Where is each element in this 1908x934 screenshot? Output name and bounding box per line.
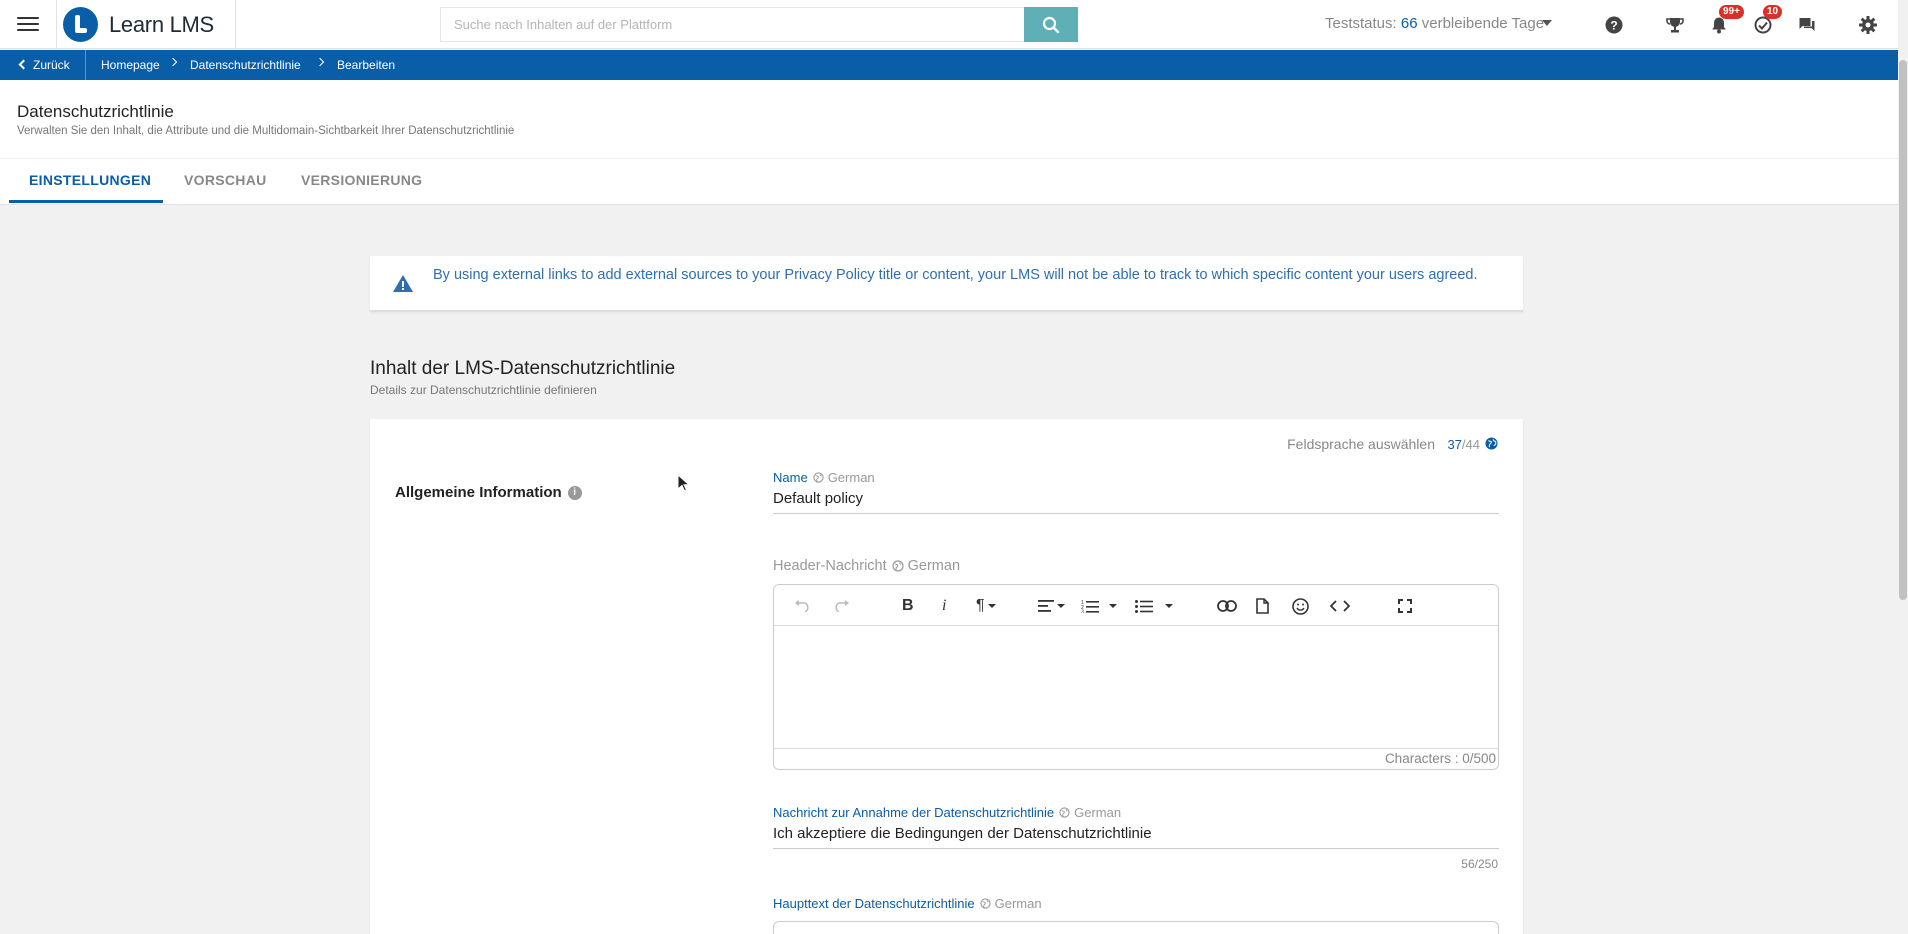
name-lang-text: German (827, 470, 875, 485)
numbered-list-icon[interactable]: 123 (1081, 597, 1117, 615)
code-icon[interactable] (1330, 597, 1350, 615)
editor-toolbar: B i ¶ 123 (774, 585, 1498, 626)
name-field[interactable]: Default policy (773, 490, 1499, 514)
header-message-label: Header-Nachricht German (773, 558, 960, 574)
help-icon[interactable]: ? (1602, 13, 1626, 37)
gear-icon[interactable] (1856, 13, 1880, 37)
language-count: 37/44 (1447, 437, 1480, 452)
divider (0, 158, 1898, 159)
back-link[interactable]: Zurück (33, 58, 70, 72)
page-header: Datenschutzrichtlinie Verwalten Sie den … (0, 80, 1898, 205)
main-label-text: Haupttext der Datenschutzrichtlinie (773, 896, 975, 911)
breadcrumb-policy[interactable]: Datenschutzrichtlinie (190, 58, 301, 72)
accept-char-counter: 56/250 (1461, 857, 1498, 871)
svg-text:?: ? (1610, 19, 1617, 33)
header-language: German (892, 558, 960, 574)
scrollbar-thumb[interactable] (1899, 60, 1907, 600)
main-text-editor[interactable] (773, 921, 1499, 934)
caret-down-icon[interactable] (1542, 20, 1552, 26)
warning-alert: By using external links to add external … (370, 256, 1523, 312)
accept-lang-text: German (1074, 805, 1122, 820)
name-label-text: Name (773, 470, 808, 485)
notifications-icon[interactable]: 99+ (1707, 5, 1744, 37)
breadcrumb-edit: Bearbeiten (337, 58, 396, 72)
trial-suffix: verbleibende Tage (1417, 15, 1545, 32)
accept-message-field[interactable]: Ich akzeptiere die Bedingungen der Daten… (773, 825, 1499, 849)
globe-icon (1059, 807, 1070, 818)
breadcrumb: Zurück Homepage Datenschutzrichtlinie Be… (0, 50, 1898, 80)
menu-icon[interactable] (17, 14, 39, 34)
chevron-right-icon (168, 57, 178, 67)
general-information-label: Allgemeine Information i (395, 484, 582, 501)
bullet-list-icon[interactable] (1135, 597, 1173, 615)
tab-versioning[interactable]: VERSIONIERUNG (301, 172, 422, 188)
section-subtitle: Details zur Datenschutzrichtlinie defini… (370, 383, 597, 397)
policy-form-card: Feldsprache auswählen 37/44 Allgemeine I… (370, 419, 1523, 934)
breadcrumb-homepage[interactable]: Homepage (101, 58, 160, 72)
tab-settings[interactable]: EINSTELLUNGEN (29, 172, 151, 188)
accept-language: German (1059, 805, 1121, 820)
page-title: Datenschutzrichtlinie (17, 102, 174, 121)
header-lang-text: German (907, 558, 961, 574)
chat-icon[interactable] (1795, 13, 1819, 37)
globe-icon (813, 472, 824, 483)
trial-status[interactable]: Teststatus: 66 verbleibende Tage (1325, 15, 1544, 32)
chevron-right-icon (315, 57, 325, 67)
search-button[interactable] (1024, 7, 1078, 42)
trial-days: 66 (1400, 15, 1418, 32)
name-language: German (813, 470, 875, 485)
emoji-icon[interactable] (1292, 597, 1309, 615)
main-text-label: Haupttext der Datenschutzrichtlinie Germ… (773, 896, 1042, 911)
header-char-counter: Characters : 0/500 (774, 748, 1498, 769)
tasks-icon[interactable]: 10 (1751, 5, 1783, 37)
align-icon[interactable] (1038, 597, 1065, 615)
mouse-cursor-icon (677, 474, 689, 492)
brand-name[interactable]: Learn LMS (109, 12, 214, 38)
language-current: 37 (1447, 437, 1462, 452)
link-icon[interactable] (1217, 597, 1237, 615)
document-icon[interactable] (1256, 597, 1269, 615)
tasks-badge: 10 (1763, 5, 1783, 19)
top-bar: Learn LMS Teststatus: 66 verbleibende Ta… (0, 0, 1898, 49)
main-language: German (979, 896, 1042, 911)
undo-icon[interactable] (794, 597, 812, 615)
field-language-select[interactable]: Feldsprache auswählen (1287, 436, 1435, 452)
tab-preview[interactable]: VORSCHAU (184, 172, 267, 188)
general-information-text: Allgemeine Information (395, 484, 562, 501)
page-subtitle: Verwalten Sie den Inhalt, die Attribute … (17, 125, 515, 137)
divider (85, 50, 86, 80)
warning-icon (393, 275, 413, 292)
trophy-icon[interactable] (1663, 13, 1687, 37)
accept-message-label: Nachricht zur Annahme der Datenschutzric… (773, 805, 1121, 820)
accept-label-text: Nachricht zur Annahme der Datenschutzric… (773, 805, 1055, 820)
paragraph-icon[interactable]: ¶ (976, 597, 996, 615)
info-icon[interactable]: i (567, 486, 582, 501)
trial-prefix: Teststatus: (1325, 15, 1401, 32)
header-label-text: Header-Nachricht (773, 558, 887, 574)
fullscreen-icon[interactable] (1398, 597, 1412, 615)
header-message-editor[interactable]: B i ¶ 123 Characters : 0/500 (773, 584, 1499, 770)
language-total: /44 (1461, 437, 1480, 452)
bold-icon[interactable]: B (902, 597, 914, 615)
divider (235, 0, 236, 49)
name-label: Name German (773, 470, 875, 485)
main-lang-text: German (994, 896, 1042, 911)
globe-icon (979, 898, 991, 909)
globe-icon (892, 560, 904, 572)
active-tab-indicator (9, 200, 163, 203)
divider (56, 0, 57, 49)
globe-icon[interactable] (1485, 437, 1498, 450)
logo-icon[interactable] (63, 7, 98, 42)
svg-text:3: 3 (1081, 610, 1084, 614)
redo-icon[interactable] (832, 597, 850, 615)
page-scrollbar[interactable] (1898, 0, 1908, 934)
section-title: Inhalt der LMS-Datenschutzrichtlinie (370, 358, 676, 379)
italic-icon[interactable]: i (942, 597, 946, 615)
search-icon (1042, 16, 1060, 33)
chevron-left-icon[interactable] (18, 59, 29, 70)
notifications-badge: 99+ (1719, 5, 1744, 19)
alert-text: By using external links to add external … (433, 267, 1478, 283)
search-input[interactable] (440, 7, 1025, 42)
